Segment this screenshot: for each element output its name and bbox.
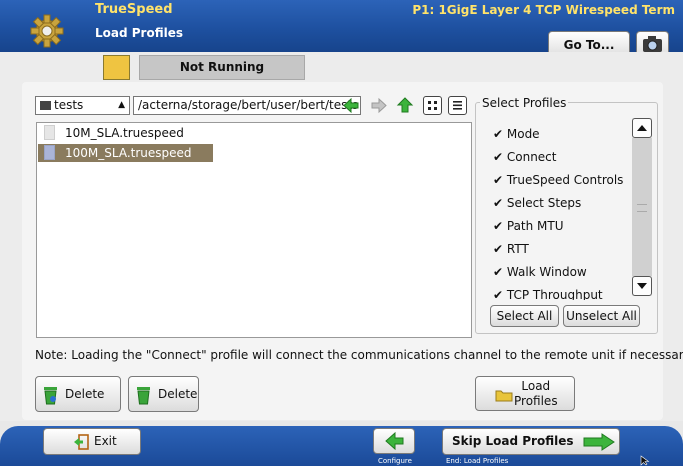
folder-dropdown[interactable]: tests ▲ bbox=[35, 96, 130, 115]
file-name: 100M_SLA.truespeed bbox=[65, 146, 192, 160]
chevron-up-icon bbox=[637, 125, 647, 131]
unselect-all-button[interactable]: Unselect All bbox=[563, 305, 640, 327]
profile-checkbox-rtt[interactable]: ✔ RTT bbox=[493, 242, 529, 256]
back-button[interactable] bbox=[373, 428, 415, 454]
file-item-selected[interactable]: 100M_SLA.truespeed bbox=[38, 144, 213, 162]
list-view-icon bbox=[453, 101, 462, 110]
profile-checkbox-path-mtu[interactable]: ✔ Path MTU bbox=[493, 219, 564, 233]
profile-checkbox-walk-window[interactable]: ✔ Walk Window bbox=[493, 265, 587, 279]
run-status: Not Running bbox=[139, 55, 305, 80]
folder-dropdown-value: tests bbox=[54, 98, 84, 112]
scroll-thumb[interactable] bbox=[632, 138, 652, 276]
port-title: P1: 1GigE Layer 4 TCP Wirespeed Term bbox=[412, 3, 675, 17]
up-arrow-icon[interactable] bbox=[396, 96, 414, 115]
profile-checkbox-connect[interactable]: ✔ Connect bbox=[493, 150, 557, 164]
profile-scrollbar[interactable] bbox=[632, 118, 652, 296]
skip-label: Skip Load Profiles bbox=[452, 434, 574, 448]
trash-icon bbox=[44, 387, 57, 405]
file-icon bbox=[44, 145, 55, 160]
load-folder-icon bbox=[495, 390, 513, 402]
profile-checkbox-select-steps[interactable]: ✔ Select Steps bbox=[493, 196, 581, 210]
page-title: Load Profiles bbox=[95, 26, 184, 40]
file-name: 10M_SLA.truespeed bbox=[65, 126, 184, 140]
chevron-down-icon bbox=[637, 283, 647, 289]
dropdown-arrows-icon: ▲ bbox=[118, 100, 125, 110]
back-arrow-icon bbox=[385, 431, 404, 451]
profile-checkbox-tcp-throughput[interactable]: ✔ TCP Throughput bbox=[493, 288, 603, 300]
app-title: TrueSpeed bbox=[95, 2, 173, 17]
profile-checkbox-mode[interactable]: ✔ Mode bbox=[493, 127, 540, 141]
load-profiles-label: Load Profiles bbox=[514, 379, 558, 409]
delete-label: Delete bbox=[158, 387, 198, 401]
load-profiles-line1: Load bbox=[521, 379, 551, 393]
skip-caption: End: Load Profiles bbox=[446, 457, 509, 465]
select-all-button[interactable]: Select All bbox=[490, 305, 559, 327]
list-view-button[interactable] bbox=[448, 96, 467, 115]
grid-view-icon bbox=[428, 101, 437, 110]
file-icon bbox=[44, 125, 55, 140]
select-profiles-legend: Select Profiles bbox=[480, 96, 569, 110]
exit-button[interactable]: Exit bbox=[43, 428, 141, 455]
delete-button[interactable]: Delete bbox=[128, 376, 199, 412]
skip-load-profiles-button[interactable]: Skip Load Profiles bbox=[442, 428, 620, 455]
path-field[interactable]: /acterna/storage/bert/user/bert/tests bbox=[133, 96, 361, 115]
status-indicator bbox=[103, 55, 130, 80]
note-text: Note: Loading the "Connect" profile will… bbox=[35, 348, 683, 362]
forward-arrow-icon bbox=[583, 433, 615, 451]
exit-label: Exit bbox=[94, 434, 117, 448]
back-arrow-icon[interactable] bbox=[342, 96, 360, 115]
file-list: 10M_SLA.truespeed 100M_SLA.truespeed bbox=[36, 122, 472, 338]
file-item[interactable]: 10M_SLA.truespeed bbox=[38, 124, 215, 142]
grid-view-button[interactable] bbox=[423, 96, 442, 115]
load-profiles-button[interactable]: Load Profiles bbox=[475, 376, 575, 411]
gear-icon[interactable] bbox=[30, 14, 64, 48]
delete-all-button[interactable]: Delete All bbox=[35, 376, 121, 435]
back-caption: Configure bbox=[378, 457, 412, 465]
profile-checkbox-truespeed-controls[interactable]: ✔ TrueSpeed Controls bbox=[493, 173, 623, 187]
profile-checklist: ✔ Mode ✔ Connect ✔ TrueSpeed Controls ✔ … bbox=[486, 122, 628, 300]
trash-icon bbox=[137, 387, 150, 405]
folder-icon bbox=[40, 101, 51, 110]
exit-icon bbox=[74, 434, 89, 450]
cursor-icon bbox=[640, 455, 650, 466]
scroll-down-button[interactable] bbox=[632, 276, 652, 296]
forward-arrow-icon[interactable] bbox=[370, 96, 388, 115]
scroll-up-button[interactable] bbox=[632, 118, 652, 138]
load-profiles-line2: Profiles bbox=[514, 394, 558, 408]
